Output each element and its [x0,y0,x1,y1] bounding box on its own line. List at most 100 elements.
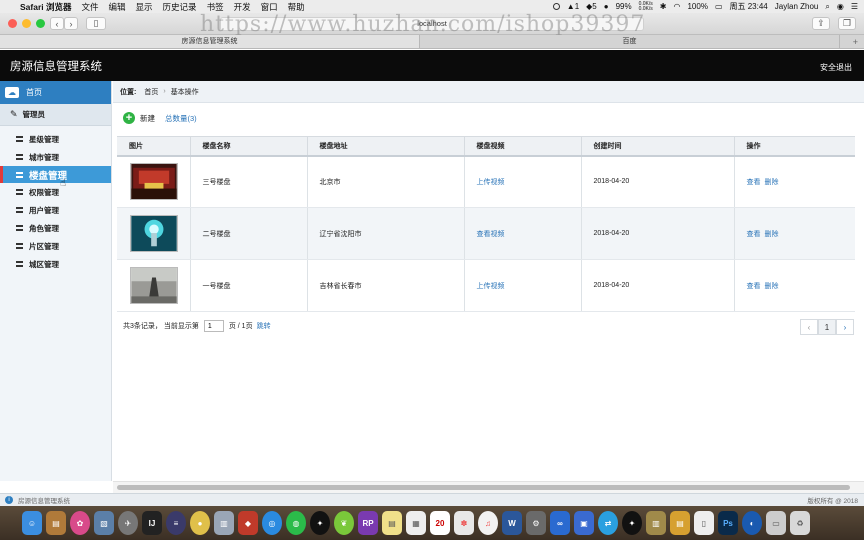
tab-baidu[interactable]: 百度 [420,35,840,48]
jump-link[interactable]: 跳转 [257,321,271,331]
sidebar-item-permission[interactable]: 权限管理 [0,183,111,201]
teamviewer-icon[interactable]: ⇄ [598,511,618,535]
sidebar-item-area[interactable]: 片区管理 [0,237,111,255]
sidebar-home[interactable]: ☁ 首页 [0,81,111,104]
clock[interactable]: 周五 23:44 [730,1,768,12]
building-thumbnail[interactable] [130,267,178,304]
trash-icon[interactable]: ♻ [790,511,810,535]
back-button[interactable]: ‹ [50,17,64,30]
menu-view[interactable]: 显示 [136,1,153,13]
stickies-icon[interactable]: ▤ [382,511,402,535]
menu-window[interactable]: 窗口 [261,1,278,13]
view-link[interactable]: 查看 [747,179,761,186]
add-button[interactable]: 新建 [140,113,155,124]
logout-link[interactable]: 安全退出 [820,62,852,73]
menu-app-name[interactable]: Safari 浏览器 [20,1,72,13]
sidebar-item-user[interactable]: 用户管理 [0,201,111,219]
database-icon[interactable]: ▥ [214,511,234,535]
sidebar-item-district[interactable]: 城区管理 [0,255,111,273]
current-page-button[interactable]: 1 [818,319,836,335]
intellij-icon[interactable]: IJ [142,511,162,535]
wechat-icon[interactable]: ● [604,2,609,11]
prev-page-button[interactable]: ‹ [800,319,818,335]
next-page-button[interactable]: › [836,319,854,335]
system-preferences-icon[interactable]: ⚙ [526,511,546,535]
menu-bookmarks[interactable]: 书签 [207,1,224,13]
baidu-netdisk-icon[interactable]: ∞ [550,511,570,535]
sidebar-toggle-button[interactable]: ▯ [86,17,106,30]
add-icon[interactable]: + [123,112,135,124]
sidebar-item-city[interactable]: 城市管理 [0,148,111,166]
delete-link[interactable]: 删除 [765,283,779,290]
battery-icon[interactable]: ▭ [715,2,723,11]
delete-link[interactable]: 删除 [765,179,779,186]
launchpad-icon[interactable]: ✈ [118,511,138,535]
eclipse-icon[interactable]: ≡ [166,511,186,535]
sidebar-item-role[interactable]: 角色管理 [0,219,111,237]
close-window-icon[interactable] [8,19,17,28]
siri-icon[interactable]: ◉ [837,2,844,11]
downloads-folder-icon[interactable]: ▭ [766,511,786,535]
cell-video: 上传视频 [464,259,582,312]
zoom-window-icon[interactable] [36,19,45,28]
new-tab-icon[interactable]: + [840,35,864,48]
view-video-link[interactable]: 查看视频 [477,231,505,238]
breadcrumb-label: 位置: [120,88,137,96]
sidebar-item-star[interactable]: 星级管理 [0,130,111,148]
qq-dock-icon-2[interactable]: ✦ [622,511,642,535]
view-link[interactable]: 查看 [747,283,761,290]
textedit-icon[interactable]: ▦ [406,511,426,535]
sidebar-item-building[interactable]: 楼盘管理 [0,166,111,183]
notes-app-icon[interactable]: ▤ [46,511,66,535]
minimize-window-icon[interactable] [22,19,31,28]
upload-video-link[interactable]: 上传视频 [477,283,505,290]
tab-house-system[interactable]: 房源信息管理系统 [0,35,420,48]
menu-history[interactable]: 历史记录 [163,1,197,13]
word-icon[interactable]: W [502,511,522,535]
edge-icon[interactable]: ◐ [742,511,762,535]
breadcrumb-home[interactable]: 首页 [144,87,158,97]
spotlight-icon[interactable]: ⌕ [825,2,829,12]
page-number-input[interactable] [203,320,224,332]
user-name[interactable]: Jaylan Zhou [775,2,819,11]
wechat-dock-icon[interactable]: ◍ [286,511,306,535]
qq-icon[interactable]: ◆5 [586,2,597,11]
notification-center-icon[interactable]: ☰ [851,2,858,11]
building-thumbnail[interactable] [130,215,178,252]
photo-booth-icon[interactable]: ✽ [454,511,474,535]
scrollbar-thumb[interactable] [117,485,850,490]
building-thumbnail[interactable] [130,163,178,201]
calendar-icon[interactable]: 20 [430,511,450,535]
record-icon[interactable] [552,3,560,10]
menu-develop[interactable]: 开发 [234,1,251,13]
preview-icon[interactable]: ▧ [94,511,114,535]
finder-icon[interactable]: ☺ [22,511,42,535]
wifi-icon[interactable]: ◠ [674,2,681,11]
menu-edit[interactable]: 编辑 [109,1,126,13]
archive-icon[interactable]: ▥ [646,511,666,535]
safari-icon[interactable]: ◎ [262,511,282,535]
qq-dock-icon[interactable]: ✦ [310,511,330,535]
upload-video-link[interactable]: 上传视频 [477,179,505,186]
redis-icon[interactable]: ◆ [238,511,258,535]
sidebar-group-admin[interactable]: ✎ 管理员 [0,104,111,126]
menu-file[interactable]: 文件 [82,1,99,13]
tableplus-icon[interactable]: ● [190,511,210,535]
evernote-icon[interactable]: ❦ [334,511,354,535]
bluetooth-icon[interactable]: ✱ [660,2,667,11]
music-icon[interactable]: ♫ [478,511,498,535]
forward-button[interactable]: › [64,17,78,30]
menu-help[interactable]: 帮助 [288,1,305,13]
share-button[interactable]: ⇪ [812,17,830,30]
delete-link[interactable]: 删除 [765,231,779,238]
tabs-overview-button[interactable]: ❐ [838,17,856,30]
horizontal-scrollbar[interactable] [113,481,864,493]
notification-icon[interactable]: ▲1 [567,2,579,11]
sublime-icon[interactable]: ▤ [670,511,690,535]
view-link[interactable]: 查看 [747,231,761,238]
document-icon[interactable]: ▯ [694,511,714,535]
axure-icon[interactable]: RP [358,511,378,535]
parallels-icon[interactable]: ▣ [574,511,594,535]
photoshop-icon[interactable]: Ps [718,511,738,535]
photos-icon[interactable]: ✿ [70,511,90,535]
